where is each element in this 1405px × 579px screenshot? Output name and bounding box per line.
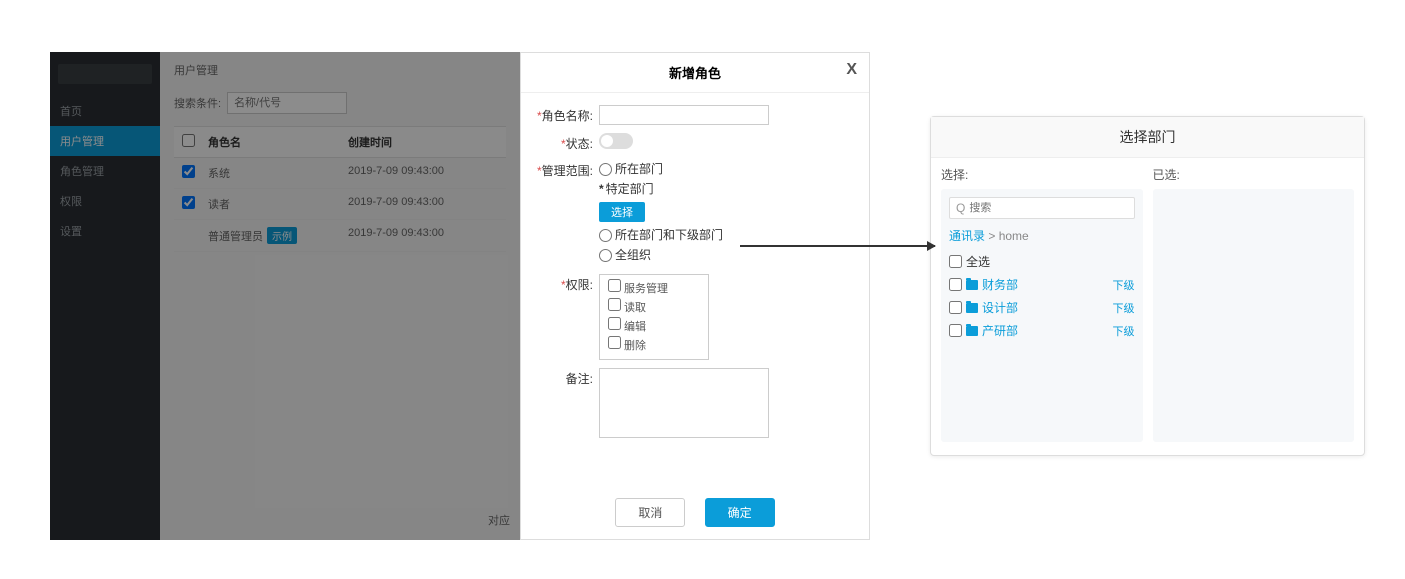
- permission-box: 服务管理 读取 编辑 删除: [599, 274, 709, 360]
- perm-4[interactable]: 删除: [608, 336, 700, 353]
- remark-textarea[interactable]: [599, 368, 769, 438]
- logo: [58, 64, 152, 84]
- sidebar-item-1[interactable]: 用户管理: [50, 126, 160, 156]
- select-all-check[interactable]: [949, 255, 962, 268]
- label-status: 状态:: [566, 137, 593, 151]
- bottom-label: 对应: [488, 512, 510, 528]
- table-row[interactable]: 读者 2019-7-09 09:43:00: [174, 189, 506, 220]
- scope-opt3[interactable]: 所在部门和下级部门: [599, 226, 853, 243]
- label-perm: 权限:: [566, 278, 593, 292]
- arrow-icon: [740, 245, 935, 247]
- admin-panel: 首页 用户管理 角色管理 权限 设置 用户管理 搜索条件: 角色名 创建时间 系…: [50, 52, 520, 540]
- table-header: 角色名 创建时间: [174, 127, 506, 158]
- badge: 示例: [267, 227, 297, 244]
- dept-check[interactable]: [949, 324, 962, 337]
- dept-right-label: 已选:: [1153, 166, 1355, 183]
- dept-drill[interactable]: 下级: [1113, 323, 1135, 339]
- table-row[interactable]: 系统 2019-7-09 09:43:00: [174, 158, 506, 189]
- dept-item[interactable]: 财务部 下级: [949, 273, 1135, 296]
- role-name-input[interactable]: [599, 105, 769, 125]
- modal-body: *角色名称: *状态: *管理范围: 所在部门 *特定部门 选择 所在部门和下级…: [521, 93, 869, 457]
- dept-search[interactable]: Q: [949, 197, 1135, 219]
- add-role-modal: 新增角色 X *角色名称: *状态: *管理范围: 所在部门 *特定部门 选择 …: [520, 52, 870, 540]
- folder-icon: [966, 326, 978, 336]
- breadcrumb: 通讯录 > home: [949, 227, 1135, 244]
- close-icon[interactable]: X: [846, 61, 857, 79]
- row-time: 2019-7-09 09:43:00: [340, 220, 506, 251]
- row-name: 普通管理员示例: [200, 220, 340, 251]
- dept-check[interactable]: [949, 301, 962, 314]
- th-time: 创建时间: [340, 127, 506, 157]
- status-toggle[interactable]: [599, 133, 633, 149]
- role-table: 角色名 创建时间 系统 2019-7-09 09:43:00 读者 2019-7…: [174, 126, 506, 252]
- label-name: 角色名称:: [542, 109, 593, 123]
- label-remark: 备注:: [566, 372, 593, 386]
- th-name: 角色名: [200, 127, 340, 157]
- sidebar-item-2[interactable]: 角色管理: [50, 156, 160, 186]
- label-scope: 管理范围:: [542, 164, 593, 178]
- dept-title: 选择部门: [931, 117, 1364, 158]
- select-dept-button[interactable]: 选择: [599, 202, 645, 222]
- modal-footer: 取消 确定: [521, 498, 869, 527]
- page-title: 用户管理: [174, 62, 506, 78]
- perm-3[interactable]: 编辑: [608, 317, 700, 334]
- row-check[interactable]: [182, 196, 195, 209]
- dept-left-column: 选择: Q 通讯录 > home 全选 财务部 下级 设计部: [941, 166, 1143, 442]
- search-icon: Q: [956, 201, 965, 215]
- table-row[interactable]: 普通管理员示例 2019-7-09 09:43:00: [174, 220, 506, 252]
- filter-label: 搜索条件:: [174, 95, 221, 111]
- scope-opt2-label: 特定部门: [606, 182, 654, 196]
- row-name: 系统: [200, 158, 340, 188]
- main-area: 用户管理 搜索条件: 角色名 创建时间 系统 2019-7-09 09:43:0…: [160, 52, 520, 540]
- scope-opt4[interactable]: 全组织: [599, 246, 853, 263]
- sidebar-item-0[interactable]: 首页: [50, 96, 160, 126]
- sidebar-item-3[interactable]: 权限: [50, 186, 160, 216]
- row-check[interactable]: [182, 165, 195, 178]
- perm-1[interactable]: 服务管理: [608, 279, 700, 296]
- folder-icon: [966, 303, 978, 313]
- folder-icon: [966, 280, 978, 290]
- modal-title: 新增角色: [669, 66, 721, 81]
- sidebar-item-4[interactable]: 设置: [50, 216, 160, 246]
- dept-left-label: 选择:: [941, 166, 1143, 183]
- filter-input[interactable]: [227, 92, 347, 114]
- modal-header: 新增角色 X: [521, 53, 869, 93]
- check-all[interactable]: [182, 134, 195, 147]
- scope-opt1[interactable]: 所在部门: [599, 160, 853, 177]
- filter-row: 搜索条件:: [174, 92, 506, 114]
- row-time: 2019-7-09 09:43:00: [340, 158, 506, 188]
- dept-drill[interactable]: 下级: [1113, 300, 1135, 316]
- dept-check[interactable]: [949, 278, 962, 291]
- dept-search-input[interactable]: [969, 202, 1127, 214]
- select-all-row[interactable]: 全选: [949, 250, 1135, 273]
- selected-box: [1153, 189, 1355, 442]
- admin-container: 首页 用户管理 角色管理 权限 设置 用户管理 搜索条件: 角色名 创建时间 系…: [50, 52, 870, 540]
- perm-2[interactable]: 读取: [608, 298, 700, 315]
- dept-drill[interactable]: 下级: [1113, 277, 1135, 293]
- cancel-button[interactable]: 取消: [615, 498, 685, 527]
- sidebar: 首页 用户管理 角色管理 权限 设置: [50, 52, 160, 540]
- dept-right-column: 已选:: [1153, 166, 1355, 442]
- row-time: 2019-7-09 09:43:00: [340, 189, 506, 219]
- crumb-root[interactable]: 通讯录: [949, 229, 985, 243]
- dept-item[interactable]: 产研部 下级: [949, 319, 1135, 342]
- dept-item[interactable]: 设计部 下级: [949, 296, 1135, 319]
- row-name: 读者: [200, 189, 340, 219]
- select-dept-panel: 选择部门 选择: Q 通讯录 > home 全选 财务部 下级: [930, 116, 1365, 456]
- confirm-button[interactable]: 确定: [705, 498, 775, 527]
